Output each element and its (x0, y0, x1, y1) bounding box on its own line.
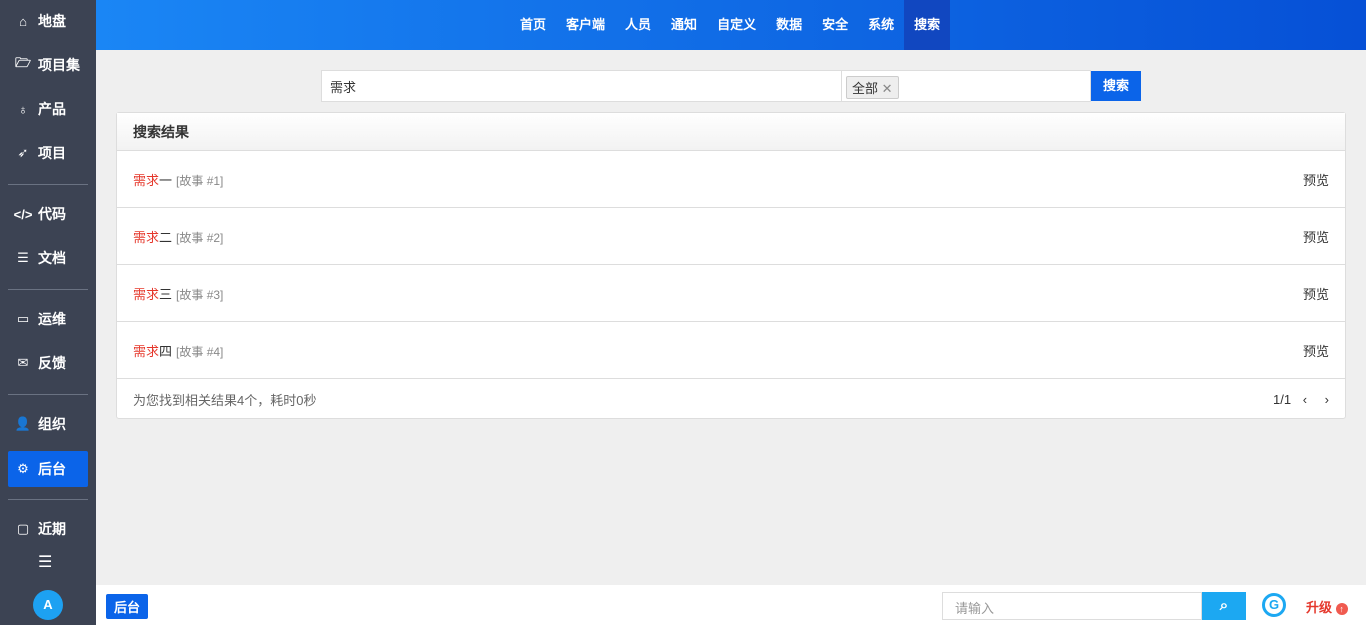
search-input[interactable]: 需求 (321, 70, 842, 102)
nav-custom[interactable]: 自定义 (707, 0, 766, 50)
sidebar-item-ops[interactable]: ▭ 运维 (8, 301, 88, 337)
nav-security[interactable]: 安全 (812, 0, 858, 50)
nav-client[interactable]: 客户端 (556, 0, 615, 50)
page-indicator: 1/1 (1272, 391, 1292, 407)
search-button[interactable]: 搜索 (1091, 71, 1141, 101)
preview-link[interactable]: 预览 (1303, 170, 1329, 189)
result-link[interactable]: 需求三 [故事 #3] (133, 284, 223, 303)
next-page-icon[interactable]: › (1325, 392, 1329, 407)
top-nav: 首页 客户端 人员 通知 自定义 数据 安全 系统 搜索 (96, 0, 1366, 50)
remove-tag-icon[interactable]: ✕ (882, 81, 893, 96)
global-search-input[interactable]: 请输入 (942, 592, 1202, 620)
gear-icon: ⚙ (17, 461, 29, 476)
result-row: 需求四 [故事 #4] 预览 (117, 322, 1345, 379)
prev-page-icon[interactable]: ‹ (1303, 392, 1307, 407)
folder-icon: 🗁 (14, 55, 32, 70)
result-link[interactable]: 需求四 [故事 #4] (133, 341, 223, 360)
type-filter[interactable]: 全部 ✕ (841, 70, 1091, 102)
preview-link[interactable]: 预览 (1303, 284, 1329, 303)
result-row: 需求三 [故事 #3] 预览 (117, 265, 1345, 322)
divider (8, 184, 88, 185)
collapse-menu-icon[interactable]: ☰ (38, 552, 52, 572)
nav-system[interactable]: 系统 (858, 0, 904, 50)
sidebar-item-dashboard[interactable]: ⌂ 地盘 (8, 3, 88, 39)
sidebar-item-admin[interactable]: ⚙ 后台 (8, 451, 88, 487)
divider (8, 289, 88, 290)
code-icon: </> (13, 206, 33, 222)
nav-search[interactable]: 搜索 (904, 0, 951, 50)
users-icon: 👤 (14, 416, 32, 431)
result-link[interactable]: 需求一 [故事 #1] (133, 170, 223, 189)
nav-people[interactable]: 人员 (615, 0, 661, 50)
lightbulb-icon: ♁ (18, 101, 28, 117)
upgrade-link[interactable]: 升级 ↑ (1306, 597, 1348, 616)
sidebar-item-recent[interactable]: ▢ 近期 (8, 511, 88, 547)
sidebar-item-feedback[interactable]: ✉ 反馈 (8, 345, 88, 381)
upgrade-arrow-icon: ↑ (1335, 603, 1348, 615)
sidebar-item-product[interactable]: ♁ 产品 (8, 91, 88, 127)
result-row: 需求二 [故事 #2] 预览 (117, 208, 1345, 265)
bottom-bar: 后台 请输入 ⌕ G 升级 ↑ (96, 585, 1366, 625)
home-icon: ⌂ (19, 13, 27, 29)
results-panel: 搜索结果 需求一 [故事 #1] 预览 需求二 [故事 #2] 预览 需求三 [故事 #3… (116, 112, 1346, 419)
sidebar-item-project[interactable]: ➶ 项目 (8, 135, 88, 171)
sidebar: ⌂ 地盘 🗁 项目集 ♁ 产品 ➶ 项目 </> 代码 ☰ 文档 ▭ 运维 ✉ 反馈 👤 组织 ⚙… (0, 0, 96, 625)
result-link[interactable]: 需求二 [故事 #2] (133, 227, 223, 246)
logo-icon[interactable]: G (1262, 593, 1286, 617)
nav-notify[interactable]: 通知 (661, 0, 707, 50)
sidebar-item-program[interactable]: 🗁 项目集 (8, 47, 88, 83)
preview-link[interactable]: 预览 (1303, 341, 1329, 360)
sidebar-item-doc[interactable]: ☰ 文档 (8, 240, 88, 276)
ops-icon: ▭ (16, 311, 30, 326)
divider (8, 499, 88, 500)
nav-home[interactable]: 首页 (510, 0, 556, 50)
bottom-tab-admin[interactable]: 后台 (106, 594, 149, 619)
recent-icon: ▢ (16, 521, 30, 536)
result-row: 需求一 [故事 #1] 预览 (117, 151, 1345, 208)
divider (8, 394, 88, 395)
doc-icon: ☰ (17, 250, 29, 265)
sidebar-item-org[interactable]: 👤 组织 (8, 406, 88, 442)
preview-link[interactable]: 预览 (1303, 227, 1329, 246)
filter-tag: 全部 ✕ (846, 76, 899, 99)
nav-data[interactable]: 数据 (766, 0, 812, 50)
sidebar-item-code[interactable]: </> 代码 (8, 196, 88, 232)
search-icon[interactable]: ⌕ (1202, 592, 1246, 620)
rocket-icon: ➶ (17, 145, 29, 160)
results-summary: 为您找到相关结果4个，耗时0秒 (133, 392, 317, 408)
feedback-icon: ✉ (17, 355, 29, 370)
results-title: 搜索结果 (117, 113, 1345, 151)
avatar[interactable]: A (33, 590, 63, 620)
